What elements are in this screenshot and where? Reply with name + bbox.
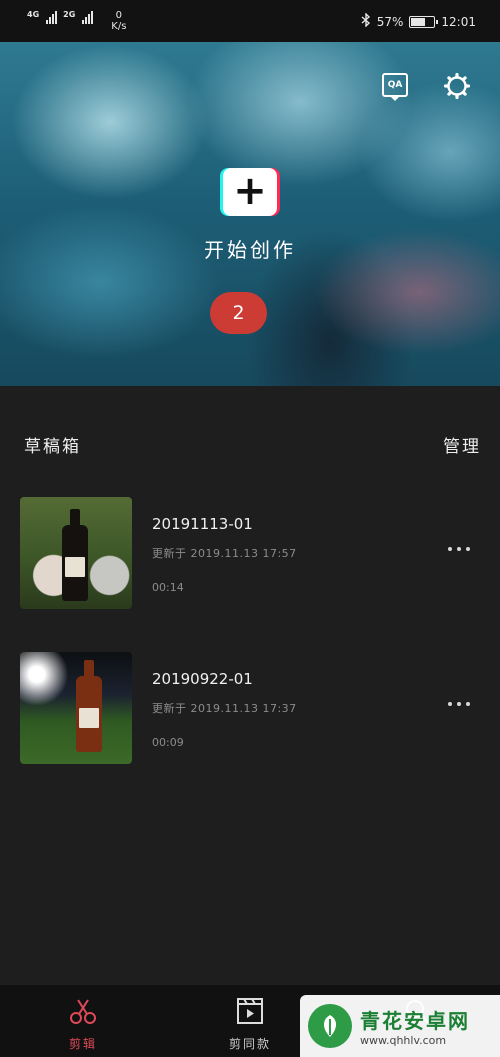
draft-updated: 更新于 2019.11.13 17:57 <box>152 547 297 560</box>
bottle-image <box>62 509 88 601</box>
network-type-2: 2G <box>63 10 76 19</box>
clock: 12:01 <box>441 14 476 29</box>
settings-gear-icon[interactable] <box>443 72 471 100</box>
bottle-image <box>76 660 102 752</box>
network-type-1: 4G <box>27 10 40 19</box>
site-watermark: 青花安卓网 www.qhhlv.com <box>300 995 500 1057</box>
status-left: 4G 2G 0 K/s <box>27 10 126 32</box>
tab-edit-label: 剪辑 <box>68 1037 97 1051</box>
battery-percent: 57% <box>376 14 404 29</box>
hero-banner: QA + 开始创作 2 <box>0 42 500 386</box>
create-label[interactable]: 开始创作 <box>150 234 350 263</box>
more-options-icon[interactable] <box>448 702 470 706</box>
draft-item[interactable]: 20190922-01 更新于 2019.11.13 17:37 00:09 <box>0 652 500 764</box>
leaf-logo-icon <box>308 1004 352 1048</box>
qa-help-button[interactable]: QA <box>382 73 408 101</box>
draft-thumbnail[interactable] <box>20 652 132 764</box>
draft-duration: 00:14 <box>152 581 184 594</box>
drafts-section-title: 草稿箱 <box>24 437 81 457</box>
signal-icon-2 <box>82 10 94 24</box>
watermark-text: 青花安卓网 www.qhhlv.com <box>360 1005 470 1047</box>
speed-value: 0 <box>115 10 123 21</box>
scissors-icon <box>65 995 101 1027</box>
signal-icon <box>46 10 58 24</box>
plus-icon: + <box>233 167 267 214</box>
draft-title: 20190922-01 <box>152 670 253 688</box>
create-project-button[interactable]: + <box>223 168 277 216</box>
status-right: 57% 12:01 <box>361 12 476 30</box>
tab-edit[interactable]: 剪辑 <box>0 985 166 1057</box>
manage-button[interactable]: 管理 <box>443 432 481 457</box>
draft-thumbnail[interactable] <box>20 497 132 609</box>
draft-item[interactable]: 20191113-01 更新于 2019.11.13 17:57 00:14 <box>0 497 500 609</box>
watermark-name: 青花安卓网 <box>360 1009 470 1033</box>
network-speed: 0 K/s <box>111 10 126 32</box>
more-options-icon[interactable] <box>448 547 470 551</box>
clapperboard-icon <box>232 995 268 1027</box>
watermark-url: www.qhhlv.com <box>360 1034 447 1047</box>
draft-count-badge: 2 <box>210 292 267 334</box>
battery-icon <box>409 15 439 28</box>
speed-unit: K/s <box>111 21 127 32</box>
draft-updated: 更新于 2019.11.13 17:37 <box>152 702 297 715</box>
draft-title: 20191113-01 <box>152 515 253 533</box>
draft-duration: 00:09 <box>152 736 184 749</box>
status-bar: 4G 2G 0 K/s 57% 12:01 <box>0 0 500 42</box>
bluetooth-icon <box>361 12 371 30</box>
